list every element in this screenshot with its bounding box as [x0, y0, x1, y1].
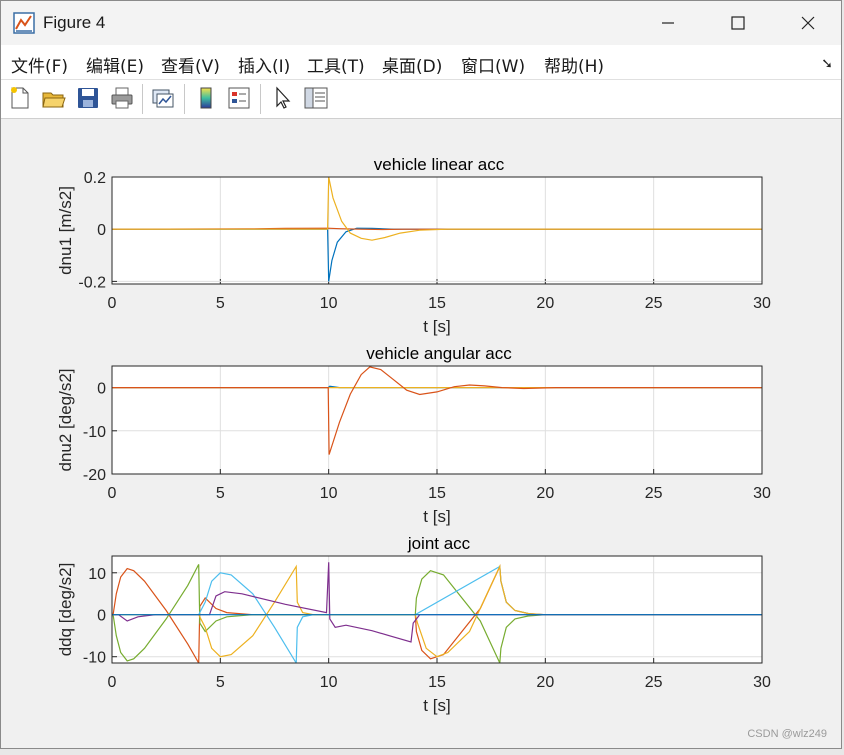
y-axis-label: dnu1 [m/s2]	[56, 186, 75, 275]
chart-title: vehicle linear acc	[374, 155, 505, 174]
menu-file[interactable]: 文件(F)	[11, 52, 68, 77]
x-tick-label: 10	[320, 485, 338, 502]
matlab-figure-icon	[13, 12, 35, 34]
x-tick-label: 5	[216, 295, 225, 312]
menu-insert[interactable]: 插入(I)	[238, 52, 290, 77]
x-tick-label: 25	[645, 295, 663, 312]
close-icon	[801, 16, 815, 30]
x-tick-label: 25	[645, 674, 663, 691]
x-tick-label: 30	[753, 674, 771, 691]
y-tick-label: 0	[97, 608, 106, 625]
menu-desktop[interactable]: 桌面(D)	[382, 52, 442, 77]
x-axis-label: t [s]	[423, 317, 450, 336]
figure-canvas[interactable]: 0 5 10 15 20 25 30 -0.2 0 0.2 vehicle linear acc t …	[1, 119, 841, 748]
chart-title: vehicle angular acc	[366, 344, 512, 363]
x-tick-label: 15	[428, 485, 446, 502]
minimize-button[interactable]	[633, 1, 703, 45]
colorbar-icon[interactable]	[193, 85, 219, 111]
menu-tools[interactable]: 工具(T)	[307, 52, 365, 77]
x-tick-label: 30	[753, 295, 771, 312]
x-axis-label: t [s]	[423, 507, 450, 526]
x-tick-label: 0	[108, 485, 117, 502]
property-inspector-icon[interactable]	[303, 85, 329, 111]
menu-help[interactable]: 帮助(H)	[544, 52, 604, 77]
x-tick-label: 0	[108, 674, 117, 691]
window-title: Figure 4	[43, 13, 106, 32]
x-tick-label: 30	[753, 485, 771, 502]
x-tick-label: 10	[320, 674, 338, 691]
plots-svg: 0 5 10 15 20 25 30-0.200.2vehicle linear acct …	[56, 155, 771, 715]
x-tick-label: 20	[536, 295, 554, 312]
minimize-icon	[662, 22, 674, 24]
new-figure-icon[interactable]	[7, 85, 33, 111]
menu-window[interactable]: 窗口(W)	[461, 52, 525, 77]
y-tick-label: -10	[83, 650, 106, 667]
watermark: CSDN @wlz249	[747, 728, 827, 740]
y-tick-label: 0.2	[84, 170, 106, 187]
dock-figure-icon[interactable]: ➘	[821, 55, 833, 72]
x-tick-label: 5	[216, 674, 225, 691]
x-tick-label: 15	[428, 674, 446, 691]
print-icon[interactable]	[109, 85, 135, 111]
y-tick-label: -0.2	[78, 274, 106, 291]
toolbar-separator	[184, 84, 185, 114]
save-icon[interactable]	[75, 85, 101, 111]
menu-bar: 文件(F) 编辑(E) 查看(V) 插入(I) 工具(T) 桌面(D) 窗口(W…	[1, 45, 841, 80]
maximize-icon	[731, 16, 745, 30]
y-tick-label: 0	[97, 222, 106, 239]
x-tick-label: 20	[536, 485, 554, 502]
toolbar-separator	[260, 84, 261, 114]
x-tick-label: 5	[216, 485, 225, 502]
x-tick-label: 0	[108, 295, 117, 312]
legend-icon[interactable]	[226, 85, 252, 111]
figure-window: Figure 4 文件(F) 编辑(E) 查看(V) 插入(I) 工具(T) 桌…	[0, 0, 842, 749]
figure-toolbar	[1, 80, 841, 119]
x-tick-label: 25	[645, 485, 663, 502]
x-axis-label: t [s]	[423, 696, 450, 715]
y-tick-label: 10	[88, 566, 106, 583]
y-axis-label: dnu2 [deg/s2]	[56, 368, 75, 471]
chart-title: joint acc	[407, 534, 471, 553]
menu-view[interactable]: 查看(V)	[161, 52, 220, 77]
y-tick-label: 0	[97, 381, 106, 398]
edit-plot-pointer-icon[interactable]	[269, 85, 295, 111]
close-button[interactable]	[773, 1, 843, 45]
x-tick-label: 20	[536, 674, 554, 691]
title-bar[interactable]: Figure 4	[1, 1, 841, 45]
open-file-icon[interactable]	[41, 85, 67, 111]
maximize-button[interactable]	[703, 1, 773, 45]
y-tick-label: -20	[83, 467, 106, 484]
link-plot-icon[interactable]	[150, 85, 176, 111]
menu-edit[interactable]: 编辑(E)	[86, 52, 144, 77]
x-tick-label: 10	[320, 295, 338, 312]
y-tick-label: -10	[83, 424, 106, 441]
toolbar-separator	[142, 84, 143, 114]
y-axis-label: ddq [deg/s2]	[56, 563, 75, 657]
x-tick-label: 15	[428, 295, 446, 312]
